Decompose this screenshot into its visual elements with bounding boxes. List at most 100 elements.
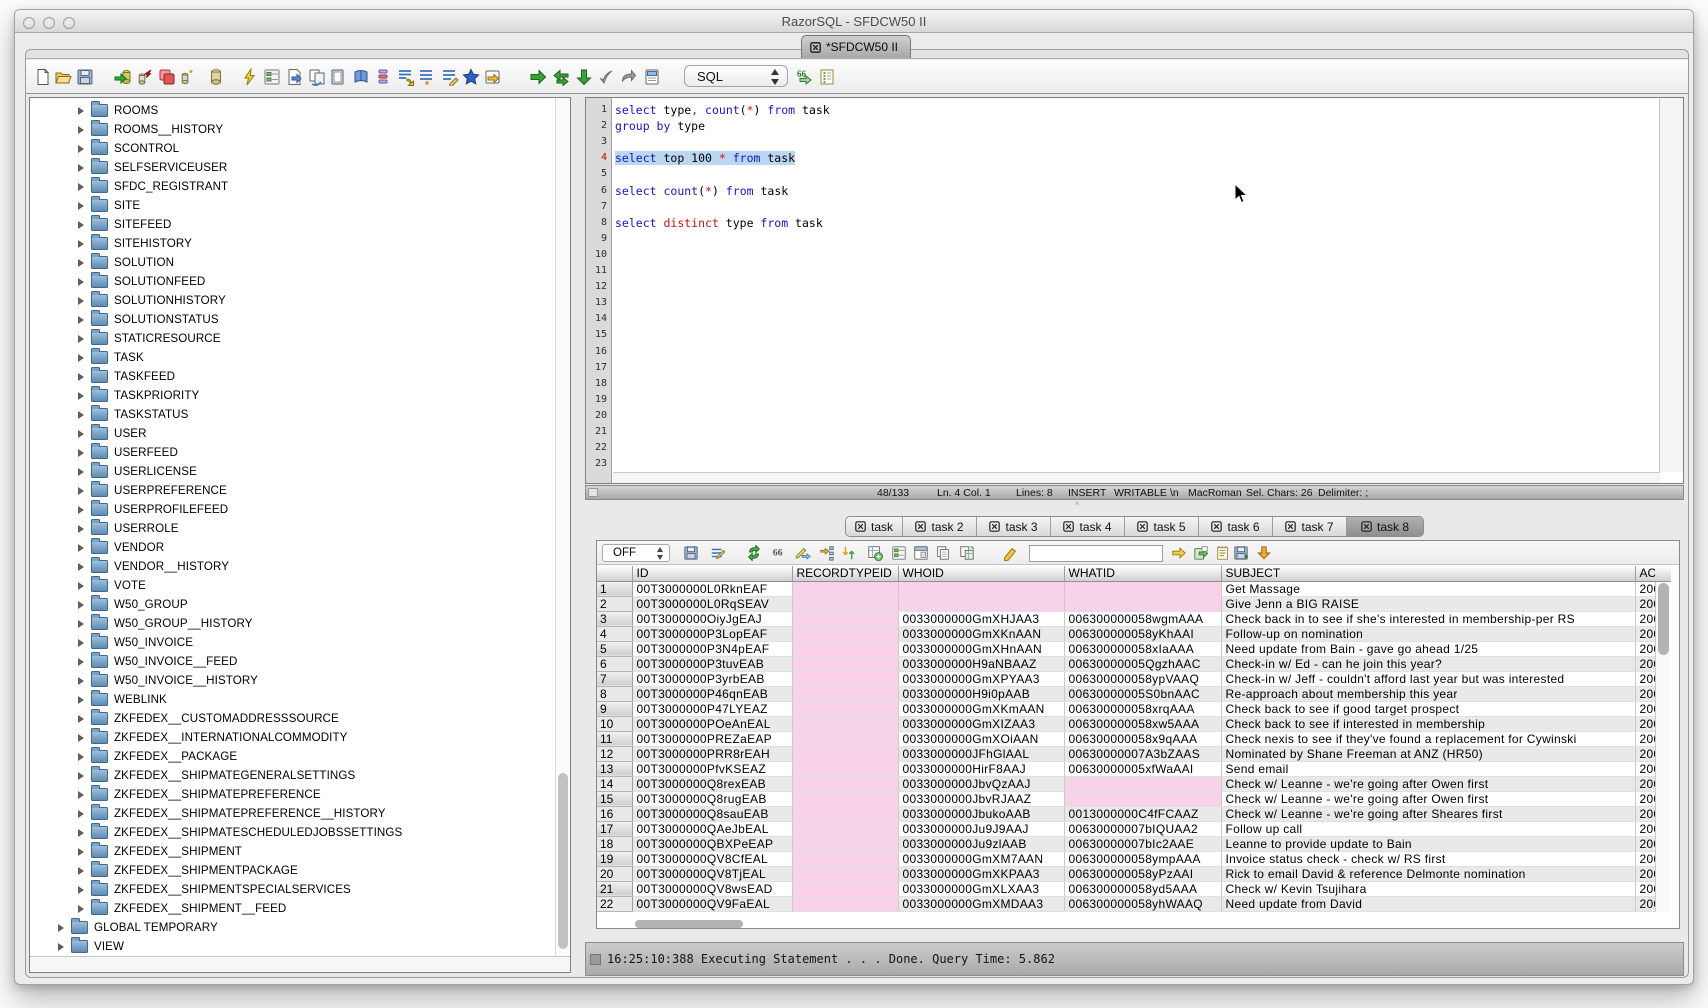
cell-recordtypeid[interactable] [792, 671, 898, 686]
row-number[interactable]: 19 [597, 851, 632, 866]
cell-ac[interactable]: 200 [1635, 626, 1655, 641]
row-number[interactable]: 20 [597, 866, 632, 881]
sidebar-item-w50-invoice-history[interactable]: W50_INVOICE__HISTORY [30, 671, 556, 690]
grid-hscrollbar-thumb[interactable] [635, 920, 743, 928]
import-data-icon[interactable] [484, 68, 502, 86]
insert-statement-icon[interactable] [418, 68, 436, 86]
result-tab-task-8[interactable]: task 8 [1347, 517, 1423, 536]
copy-connection-icon[interactable] [158, 68, 176, 86]
copy-rows-icon[interactable] [935, 545, 951, 561]
column-header-recordtypeid[interactable]: RECORDTYPEID [792, 566, 898, 581]
expand-triangle-icon[interactable] [78, 677, 84, 685]
table-row[interactable]: 2000T3000000QV8TjEAL0033000000GmXKPAA300… [597, 866, 1655, 881]
sidebar-item-w50-group-history[interactable]: W50_GROUP__HISTORY [30, 614, 556, 633]
expand-triangle-icon[interactable] [78, 753, 84, 761]
cell-recordtypeid[interactable] [792, 746, 898, 761]
cell-ac[interactable]: 200 [1635, 746, 1655, 761]
expand-triangle-icon[interactable] [78, 886, 84, 894]
table-row[interactable]: 200T3000000L0RqSEAVGive Jenn a BIG RAISE… [597, 596, 1655, 611]
table-row[interactable]: 2100T3000000QV8wsEAD0033000000GmXLXAA300… [597, 881, 1655, 896]
sidebar-item-solution[interactable]: SOLUTION [30, 253, 556, 272]
table-info-icon[interactable] [818, 68, 836, 86]
download-icon[interactable] [1256, 545, 1272, 561]
tree-view-icon[interactable] [819, 545, 835, 561]
cell-ac[interactable]: 200 [1635, 836, 1655, 851]
table-row[interactable]: 1100T3000000PREZaEAP0033000000GmXOiAAN00… [597, 731, 1655, 746]
sidebar-item-zkfedex-shipmatescheduledjobssettings[interactable]: ZKFEDEX__SHIPMATESCHEDULEDJOBSSETTINGS [30, 823, 556, 842]
edit-cell-icon[interactable] [795, 545, 811, 561]
compare-data-icon[interactable] [308, 68, 326, 86]
cell-id[interactable]: 00T3000000P3N4pEAF [632, 641, 792, 656]
cell-whoid[interactable]: 0033000000GmXKPAA3 [898, 866, 1064, 881]
add-connection-icon[interactable] [178, 68, 196, 86]
expand-triangle-icon[interactable] [78, 848, 84, 856]
row-number[interactable]: 3 [597, 611, 632, 626]
row-number[interactable]: 4 [597, 626, 632, 641]
edit-table-icon[interactable] [329, 68, 347, 86]
expand-triangle-icon[interactable] [78, 145, 84, 153]
expand-triangle-icon[interactable] [78, 563, 84, 571]
expand-triangle-icon[interactable] [78, 468, 84, 476]
cell-ac[interactable]: 200 [1635, 641, 1655, 656]
cell-subject[interactable]: Nominated by Shane Freeman at ANZ (HR50) [1221, 746, 1635, 761]
cell-subject[interactable]: Check w/ Kevin Tsujihara [1221, 881, 1635, 896]
expand-triangle-icon[interactable] [78, 354, 84, 362]
cell-recordtypeid[interactable] [792, 791, 898, 806]
cell-ac[interactable]: 200 [1635, 851, 1655, 866]
expand-triangle-icon[interactable] [78, 525, 84, 533]
cell-recordtypeid[interactable] [792, 611, 898, 626]
sidebar-item-global-temporary[interactable]: GLOBAL TEMPORARY [30, 918, 556, 937]
cell-id[interactable]: 00T3000000POeAnEAL [632, 716, 792, 731]
sidebar-item-solutionstatus[interactable]: SOLUTIONSTATUS [30, 310, 556, 329]
close-tab-icon[interactable] [1063, 521, 1074, 532]
row-number[interactable]: 18 [597, 836, 632, 851]
clipboard-icon[interactable] [643, 68, 661, 86]
table-row[interactable]: 1400T3000000Q8rexEAB0033000000JbvQzAAJCh… [597, 776, 1655, 791]
expand-triangle-icon[interactable] [78, 373, 84, 381]
sidebar-item-vote[interactable]: VOTE [30, 576, 556, 595]
cell-whatid[interactable]: 006300000058x9qAAA [1064, 731, 1221, 746]
cell-whatid[interactable]: 00630000007A3bZAAS [1064, 746, 1221, 761]
sidebar-item-zkfedex-shipmatepreference[interactable]: ZKFEDEX__SHIPMATEPREFERENCE [30, 785, 556, 804]
row-number[interactable]: 7 [597, 671, 632, 686]
results-search-input[interactable] [1029, 545, 1163, 562]
sidebar-item-zkfedex-shipment[interactable]: ZKFEDEX__SHIPMENT [30, 842, 556, 861]
sidebar-item-selfserviceuser[interactable]: SELFSERVICEUSER [30, 158, 556, 177]
favorites-icon[interactable] [462, 68, 480, 86]
column-header-subject[interactable]: SUBJECT [1221, 566, 1635, 581]
cell-id[interactable]: 00T3000000PREZaEAP [632, 731, 792, 746]
swap-arrows-icon[interactable] [552, 68, 570, 86]
expand-triangle-icon[interactable] [78, 487, 84, 495]
cell-id[interactable]: 00T3000000P3tuvEAB [632, 656, 792, 671]
cell-recordtypeid[interactable] [792, 776, 898, 791]
cell-whatid[interactable]: 006300000058xw5AAA [1064, 716, 1221, 731]
expand-triangle-icon[interactable] [78, 582, 84, 590]
sidebar-item-zkfedex-shipmentpackage[interactable]: ZKFEDEX__SHIPMENTPACKAGE [30, 861, 556, 880]
cell-recordtypeid[interactable] [792, 656, 898, 671]
sql-code-area[interactable]: select type, count(*) from taskgroup by … [613, 98, 1660, 472]
table-row[interactable]: 1600T3000000Q8sauEAB0033000000JbukoAAB00… [597, 806, 1655, 821]
cell-id[interactable]: 00T3000000L0RknEAF [632, 581, 792, 596]
cell-subject[interactable]: Follow up call [1221, 821, 1635, 836]
cell-ac[interactable]: 200 [1635, 716, 1655, 731]
cell-whoid[interactable]: 0033000000HirF8AAJ [898, 761, 1064, 776]
expand-triangle-icon[interactable] [78, 411, 84, 419]
expand-triangle-icon[interactable] [78, 601, 84, 609]
new-file-icon[interactable] [34, 68, 52, 86]
sql-line-6[interactable]: select count(*) from task [615, 183, 788, 199]
cell-subject[interactable]: Check back to see if good target prospec… [1221, 701, 1635, 716]
sidebar-item-site[interactable]: SITE [30, 196, 556, 215]
cell-id[interactable]: 00T3000000QV8CfEAL [632, 851, 792, 866]
cell-whoid[interactable]: 0033000000GmXOiAAN [898, 731, 1064, 746]
cell-id[interactable]: 00T3000000P47LYEAZ [632, 701, 792, 716]
table-row[interactable]: 600T3000000P3tuvEAB0033000000H9aNBAAZ006… [597, 656, 1655, 671]
table-row[interactable]: 1500T3000000Q8rugEAB0033000000JbvRJAAZCh… [597, 791, 1655, 806]
close-tab-icon[interactable] [989, 521, 1000, 532]
sort-arrows-icon[interactable] [841, 545, 857, 561]
expand-triangle-icon[interactable] [78, 392, 84, 400]
table-row[interactable]: 400T3000000P3LopEAF0033000000GmXKnAAN006… [597, 626, 1655, 641]
cell-recordtypeid[interactable] [792, 626, 898, 641]
cell-subject[interactable]: Rick to email David & reference Delmonte… [1221, 866, 1635, 881]
document-tab[interactable]: *SFDCW50 II [801, 35, 911, 58]
expand-triangle-icon[interactable] [78, 639, 84, 647]
